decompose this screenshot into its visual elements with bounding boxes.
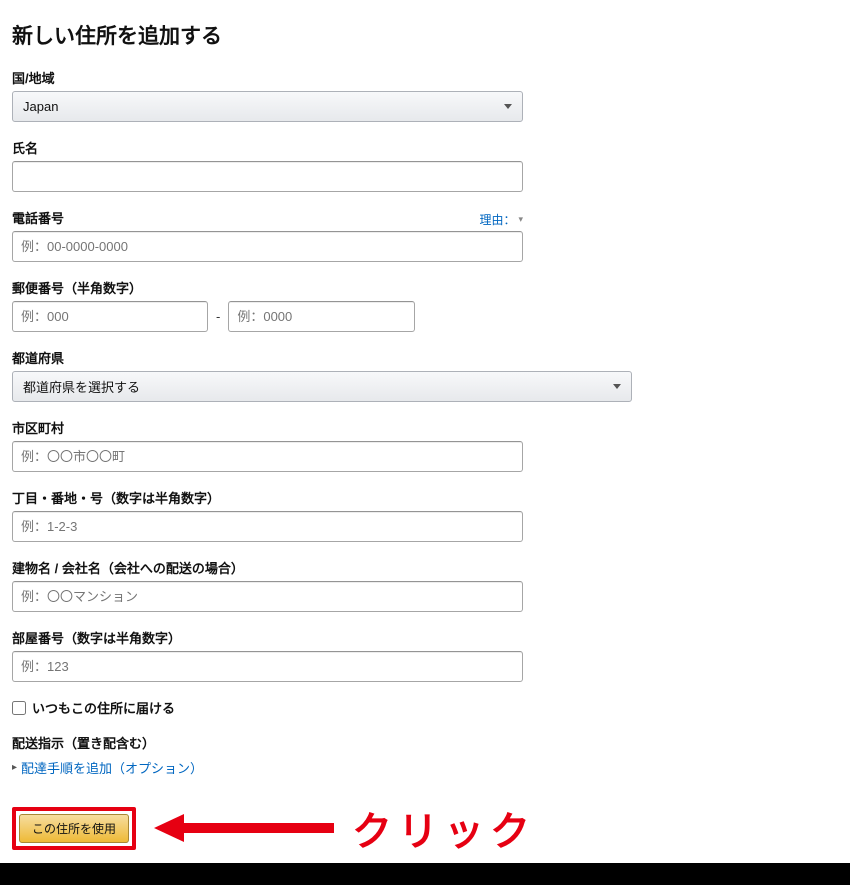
- default-address-checkbox[interactable]: [12, 701, 26, 715]
- prefecture-select-value: 都道府県を選択する: [23, 377, 140, 396]
- postal-dash: -: [216, 309, 220, 324]
- chevron-down-icon: ▾: [518, 214, 523, 225]
- submit-highlight-box: この住所を使用: [12, 807, 136, 850]
- prefecture-label: 都道府県: [12, 348, 838, 367]
- room-label: 部屋番号（数字は半角数字）: [12, 628, 838, 647]
- postal-label: 郵便番号（半角数字）: [12, 278, 838, 297]
- bottom-bar: [0, 863, 850, 885]
- city-input[interactable]: [12, 441, 523, 472]
- street-input[interactable]: [12, 511, 523, 542]
- phone-hint-text: 理由：: [479, 211, 515, 228]
- page-title: 新しい住所を追加する: [12, 20, 838, 50]
- phone-label: 電話番号: [12, 208, 64, 227]
- room-input[interactable]: [12, 651, 523, 682]
- use-this-address-button[interactable]: この住所を使用: [19, 814, 129, 843]
- prefecture-select[interactable]: 都道府県を選択する: [12, 371, 632, 402]
- country-label: 国/地域: [12, 68, 838, 87]
- building-input[interactable]: [12, 581, 523, 612]
- caret-right-icon: ▸: [12, 762, 17, 773]
- building-label: 建物名 / 会社名（会社への配送の場合）: [12, 558, 838, 577]
- fullname-input[interactable]: [12, 161, 523, 192]
- fullname-label: 氏名: [12, 138, 838, 157]
- street-label: 丁目・番地・号（数字は半角数字）: [12, 488, 838, 507]
- delivery-instructions-link[interactable]: ▸ 配達手順を追加（オプション）: [12, 758, 203, 777]
- postal-input-2[interactable]: [228, 301, 415, 332]
- chevron-down-icon: [613, 384, 621, 389]
- country-select-value: Japan: [23, 99, 58, 114]
- city-label: 市区町村: [12, 418, 838, 437]
- postal-input-1[interactable]: [12, 301, 208, 332]
- click-annotation: クリック: [352, 799, 536, 857]
- phone-input[interactable]: [12, 231, 523, 262]
- delivery-link-text: 配達手順を追加（オプション）: [21, 758, 203, 777]
- chevron-down-icon: [504, 104, 512, 109]
- arrow-left-icon: [154, 812, 334, 844]
- default-address-label[interactable]: いつもこの住所に届ける: [32, 698, 175, 717]
- phone-hint-link[interactable]: 理由： ▾: [479, 211, 523, 228]
- country-select[interactable]: Japan: [12, 91, 523, 122]
- delivery-label: 配送指示（置き配含む）: [12, 733, 838, 752]
